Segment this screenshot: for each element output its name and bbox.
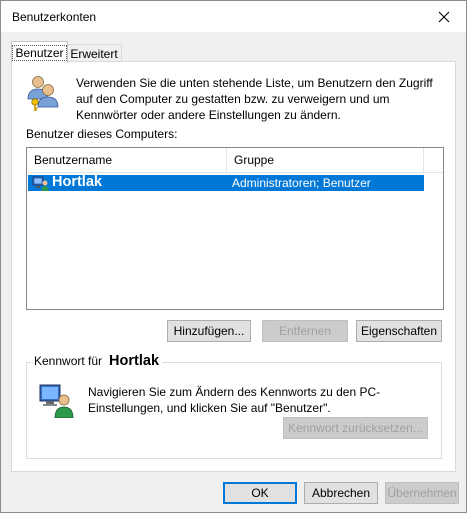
close-icon [438,11,450,22]
users-icon [27,76,59,111]
reset-password-button[interactable]: Kennwort zurücksetzen... [283,417,428,439]
user-row[interactable]: Hortlak Administratoren; Benutzer [28,174,424,191]
column-header-group[interactable]: Gruppe [227,148,424,172]
title-bar[interactable]: Benutzerkonten [1,1,466,32]
add-user-button[interactable]: Hinzufügen... [167,320,251,342]
tab-erweitert[interactable]: Erweitert [66,44,122,62]
password-legend: Kennwort für Hortlak [31,351,163,371]
apply-button[interactable]: Übernehmen [385,482,459,504]
tab-benutzer[interactable]: Benutzer [11,41,68,63]
properties-button[interactable]: Eigenschaften [356,320,442,342]
user-accounts-dialog: Benutzerkonten Benutzer Erweitert Verwen… [0,0,467,513]
properties-label: Eigenschaften [360,324,438,338]
tab-erweitert-label: Erweitert [70,46,118,61]
add-user-label: Hinzufügen... [173,324,245,338]
cancel-label: Abbrechen [311,486,371,500]
users-list-heading: Benutzer dieses Computers: [26,127,178,141]
password-legend-label: Kennwort für [34,354,103,368]
user-name-cell: Hortlak [52,174,102,190]
user-computer-icon [32,176,49,191]
close-button[interactable] [422,1,466,32]
user-group-cell: Administratoren; Benutzer [232,176,371,190]
cancel-button[interactable]: Abbrechen [304,482,378,504]
password-instructions: Navigieren Sie zum Ändern des Kennworts … [88,385,381,415]
window-title: Benutzerkonten [12,10,97,24]
ok-label: OK [251,486,269,500]
remove-user-label: Entfernen [278,324,332,338]
remove-user-button[interactable]: Entfernen [262,320,348,342]
users-listview[interactable]: Benutzername Gruppe Hortlak Administrato… [26,147,444,310]
reset-password-label: Kennwort zurücksetzen... [288,421,423,435]
column-header-username[interactable]: Benutzername [27,148,227,172]
password-legend-user: Hortlak [109,353,160,369]
list-header: Benutzername Gruppe [27,148,443,173]
intro-text: Verwenden Sie die unten stehende Liste, … [76,76,433,122]
computer-user-icon [39,384,74,418]
tab-benutzer-label: Benutzer [12,44,67,61]
apply-label: Übernehmen [387,486,457,500]
ok-button[interactable]: OK [223,482,297,504]
